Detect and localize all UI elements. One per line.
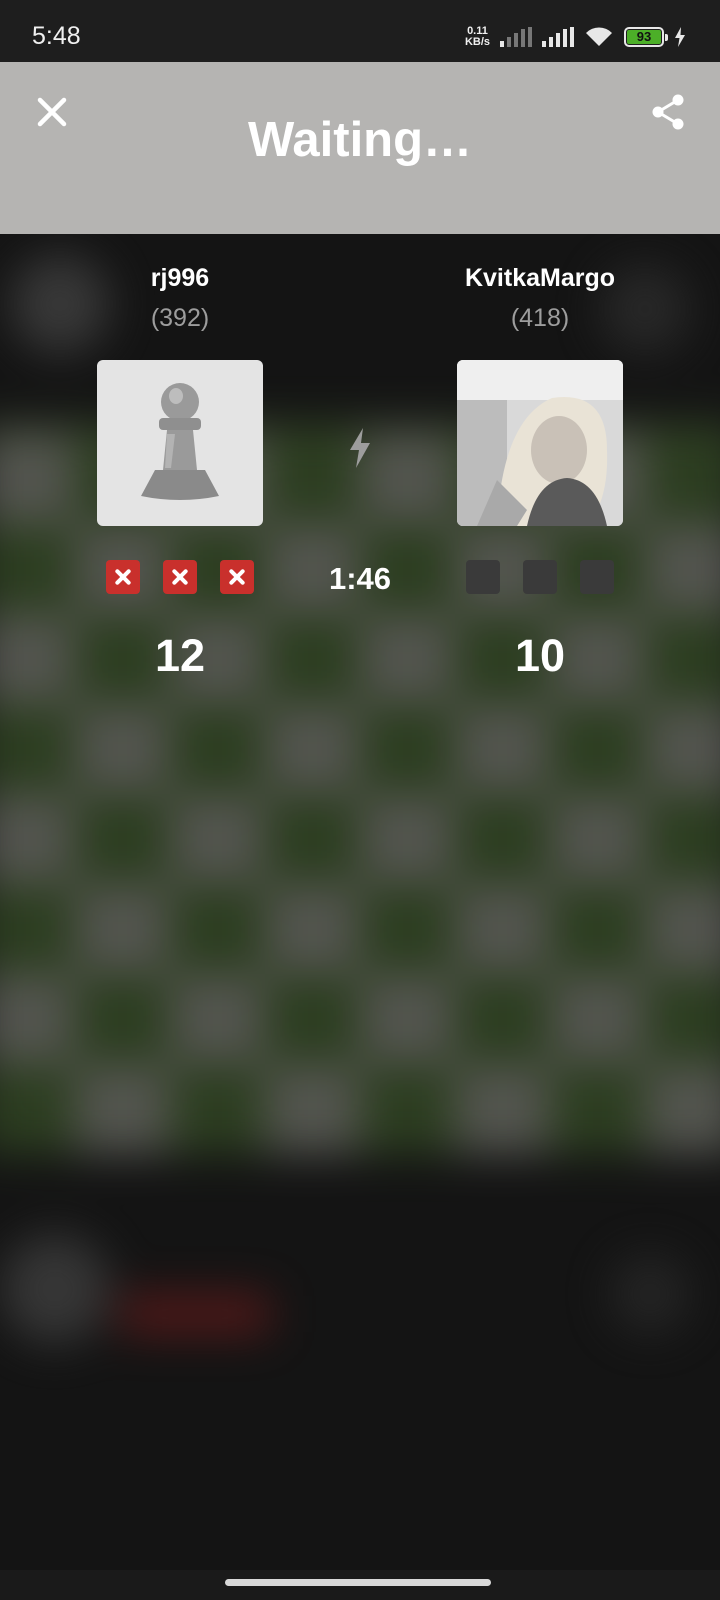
board-square <box>645 974 720 1064</box>
signal-icon <box>542 27 574 47</box>
board-square <box>360 884 455 974</box>
board-square <box>550 794 645 884</box>
board-square <box>0 704 75 794</box>
player-right: KvitkaMargo (418) <box>410 264 670 333</box>
match-panel: rj996 (392) KvitkaMargo (418) 1:46 12 10 <box>0 234 720 694</box>
charging-icon <box>675 27 685 47</box>
board-square <box>645 704 720 794</box>
board-square <box>550 974 645 1064</box>
page-title: Waiting… <box>247 113 473 167</box>
board-square <box>455 974 550 1064</box>
board-square <box>360 794 455 884</box>
board-square <box>75 704 170 794</box>
board-square <box>265 1064 360 1154</box>
share-icon[interactable] <box>648 92 688 132</box>
board-square <box>0 794 75 884</box>
board-square <box>0 1064 75 1154</box>
board-square <box>360 704 455 794</box>
board-square <box>75 1064 170 1154</box>
board-square <box>360 1064 455 1154</box>
board-square <box>75 794 170 884</box>
pending-mark <box>466 560 500 594</box>
board-square <box>265 884 360 974</box>
board-square <box>0 884 75 974</box>
board-square <box>75 974 170 1064</box>
loss-mark-icon <box>163 560 197 594</box>
profile-photo <box>457 360 623 526</box>
player-score: 12 <box>154 630 206 681</box>
board-square <box>170 884 265 974</box>
board-square <box>455 704 550 794</box>
pawn-icon <box>141 383 219 500</box>
match-waiting-screen: 5:48 0.11 KB/s 93 Waiting… rj996 (392) K… <box>0 0 720 1600</box>
board-square <box>645 884 720 974</box>
battery-level: 93 <box>627 30 661 44</box>
lightning-bolt-icon <box>350 428 370 468</box>
board-square <box>455 794 550 884</box>
header: Waiting… <box>0 62 720 234</box>
board-square <box>550 884 645 974</box>
wifi-icon <box>586 27 612 46</box>
home-indicator[interactable] <box>225 1579 491 1586</box>
board-square <box>0 974 75 1064</box>
board-square <box>265 704 360 794</box>
loss-mark-icon <box>106 560 140 594</box>
player-left: rj996 (392) <box>50 264 310 333</box>
board-square <box>265 794 360 884</box>
avatar[interactable] <box>457 360 623 526</box>
board-square <box>360 974 455 1064</box>
status-bar: 5:48 0.11 KB/s 93 <box>0 0 720 62</box>
pending-mark <box>523 560 557 594</box>
board-square <box>550 1064 645 1154</box>
player-rating: (418) <box>510 304 570 332</box>
board-square <box>170 974 265 1064</box>
board-square <box>170 704 265 794</box>
player-rating: (392) <box>150 304 210 332</box>
board-square <box>170 794 265 884</box>
board-square <box>645 1064 720 1154</box>
left-results <box>106 560 254 594</box>
network-speed: 0.11 KB/s <box>465 26 490 48</box>
board-square <box>455 884 550 974</box>
player-name[interactable]: KvitkaMargo <box>410 264 670 296</box>
loss-mark-icon <box>220 560 254 594</box>
player-name[interactable]: rj996 <box>50 264 310 296</box>
board-square <box>265 974 360 1064</box>
battery-icon: 93 <box>624 27 668 47</box>
board-square <box>550 704 645 794</box>
match-clock: 1:46 <box>328 561 392 596</box>
board-square <box>645 794 720 884</box>
avatar[interactable] <box>97 360 263 526</box>
board-square <box>75 884 170 974</box>
network-speed-unit: KB/s <box>464 36 490 48</box>
right-results <box>466 560 614 594</box>
status-indicators: 0.11 KB/s 93 <box>465 24 686 50</box>
board-square <box>170 1064 265 1154</box>
board-square <box>455 1064 550 1154</box>
signal-icon <box>500 27 532 47</box>
pending-mark <box>580 560 614 594</box>
player-score: 10 <box>514 630 566 681</box>
navigation-bar <box>0 1570 720 1600</box>
status-time: 5:48 <box>32 22 81 50</box>
